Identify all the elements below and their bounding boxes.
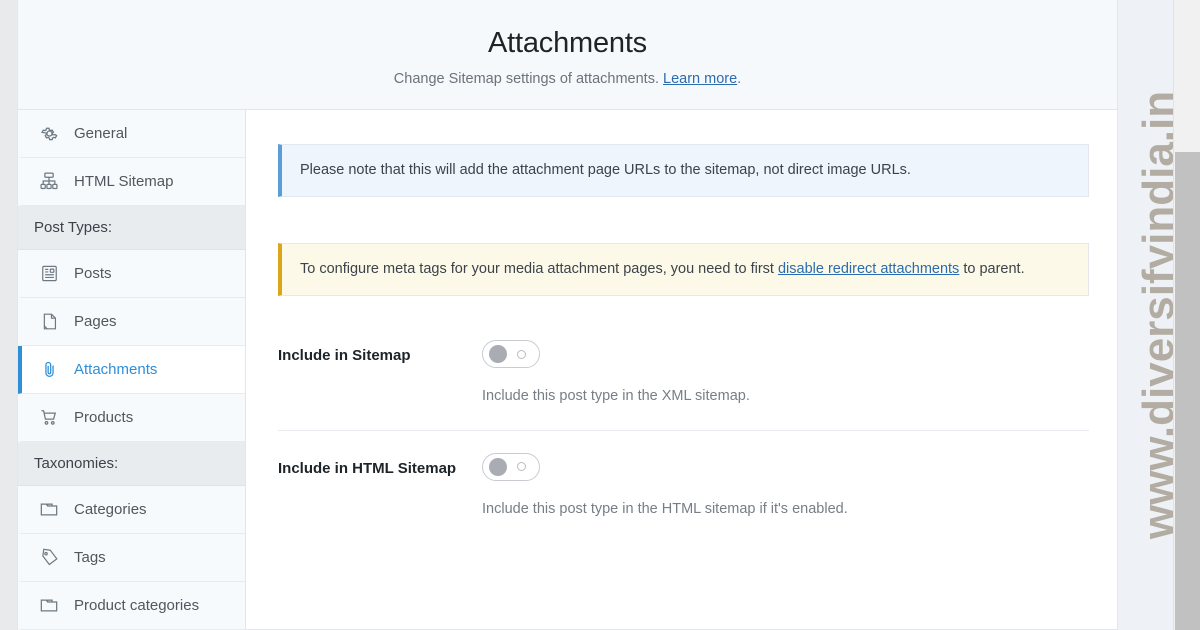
- sidebar-item-label: Posts: [74, 264, 112, 282]
- page-subtitle-text: Change Sitemap settings of attachments.: [393, 70, 664, 87]
- sidebar-item-categories[interactable]: Categories: [18, 485, 245, 534]
- disable-redirect-attachments-link[interactable]: disable redirect attachments: [778, 261, 959, 277]
- page-header: Attachments Change Sitemap settings of a…: [18, 0, 1117, 110]
- sidebar-item-pages[interactable]: Pages: [18, 297, 245, 346]
- cart-icon: [38, 406, 60, 428]
- page-icon: [38, 310, 60, 332]
- tag-icon: [38, 546, 60, 568]
- page-title: Attachments: [488, 27, 647, 59]
- sidebar-item-html-sitemap[interactable]: HTML Sitemap: [18, 157, 245, 206]
- setting-description: Include this post type in the HTML sitem…: [482, 500, 848, 517]
- setting-control: Include this post type in the HTML sitem…: [482, 452, 1089, 521]
- setting-row-include-in-sitemap: Include in Sitemap Include this post typ…: [278, 340, 1089, 431]
- folder-icon: [38, 594, 60, 616]
- folder-icon: [38, 498, 60, 520]
- settings-sidebar: General HTML Sitemap Post Types: Posts P…: [18, 109, 246, 630]
- warning-notice-text-before: To configure meta tags for your media at…: [300, 260, 778, 277]
- sidebar-item-label: Product categories: [74, 596, 200, 614]
- gear-icon: [38, 122, 60, 144]
- learn-more-link[interactable]: Learn more: [663, 71, 737, 87]
- sitemap-icon: [38, 170, 60, 192]
- sidebar-item-product-categories[interactable]: Product categories: [18, 581, 245, 630]
- page-scrollbar[interactable]: [1173, 0, 1200, 630]
- page-subtitle-suffix: .: [737, 70, 742, 87]
- sidebar-item-label: Pages: [74, 312, 117, 330]
- sidebar-item-label: Attachments: [74, 360, 158, 378]
- sidebar-item-label: Categories: [74, 500, 147, 518]
- sidebar-item-products[interactable]: Products: [18, 393, 245, 442]
- settings-card: Attachments Change Sitemap settings of a…: [17, 0, 1118, 630]
- sidebar-item-general[interactable]: General: [18, 109, 245, 158]
- include-in-html-sitemap-toggle[interactable]: [482, 452, 540, 481]
- toggle-knob: [489, 457, 507, 476]
- sidebar-item-label: General: [74, 124, 128, 142]
- info-notice: Please note that this will add the attac…: [278, 143, 1089, 197]
- scrollbar-thumb[interactable]: [1175, 152, 1200, 630]
- sidebar-item-label: HTML Sitemap: [74, 172, 174, 190]
- setting-control: Include this post type in the XML sitema…: [482, 340, 1089, 408]
- sidebar-item-tags[interactable]: Tags: [18, 533, 245, 582]
- sidebar-item-posts[interactable]: Posts: [18, 249, 245, 298]
- sidebar-group-taxonomies: Taxonomies:: [18, 441, 245, 486]
- paperclip-icon: [38, 358, 60, 380]
- sidebar-item-label: Products: [74, 408, 134, 426]
- toggle-off-marker-icon: [517, 349, 526, 359]
- sidebar-group-post-types: Post Types:: [18, 205, 245, 250]
- card-body: General HTML Sitemap Post Types: Posts P…: [18, 109, 1117, 630]
- sidebar-group-label: Post Types:: [34, 218, 113, 236]
- setting-description: Include this post type in the XML sitema…: [482, 388, 750, 405]
- sidebar-group-label: Taxonomies:: [34, 454, 119, 472]
- post-icon: [38, 262, 60, 284]
- settings-content: Please note that this will add the attac…: [246, 109, 1117, 629]
- include-in-sitemap-toggle[interactable]: [482, 340, 540, 369]
- warning-notice: To configure meta tags for your media at…: [278, 242, 1089, 297]
- setting-label: Include in Sitemap: [278, 347, 411, 365]
- warning-notice-text-after: to parent.: [959, 260, 1025, 277]
- info-notice-text: Please note that this will add the attac…: [300, 161, 911, 178]
- setting-row-include-in-html-sitemap: Include in HTML Sitemap Include this pos…: [278, 431, 1089, 543]
- toggle-off-marker-icon: [517, 462, 526, 472]
- sidebar-item-attachments[interactable]: Attachments: [18, 345, 245, 394]
- setting-label: Include in HTML Sitemap: [278, 459, 457, 477]
- toggle-knob: [489, 345, 507, 364]
- page-subtitle: Change Sitemap settings of attachments. …: [38, 71, 1097, 87]
- sidebar-item-label: Tags: [74, 548, 106, 566]
